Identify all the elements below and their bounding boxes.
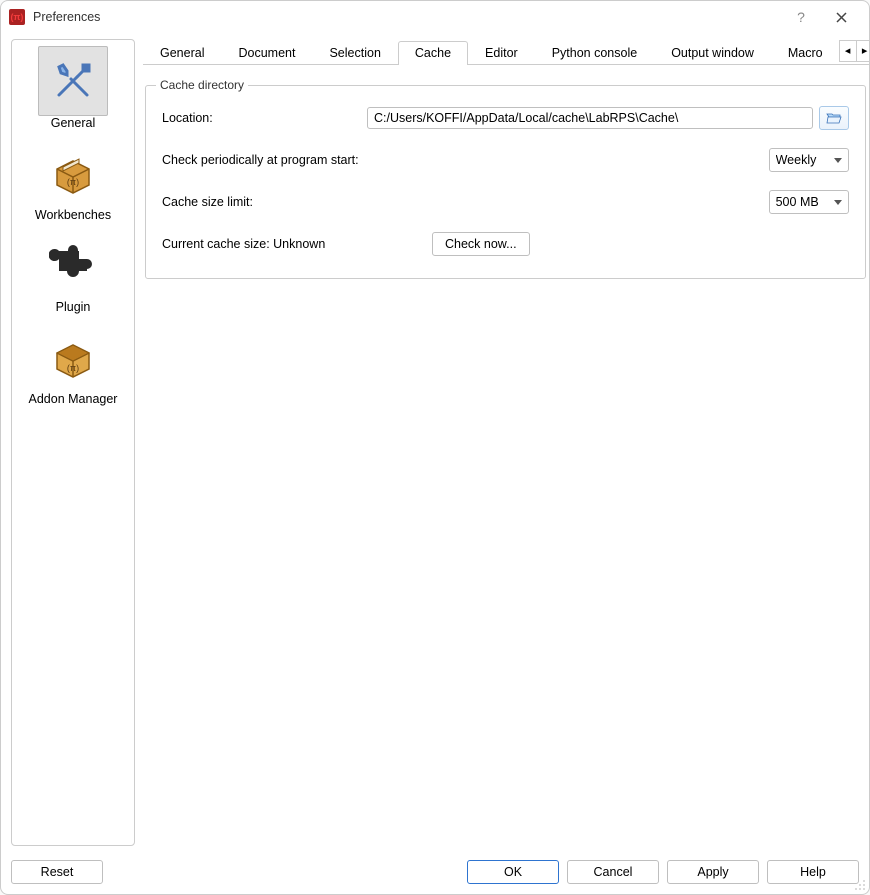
preferences-window: Preferences ? — [0, 0, 870, 895]
close-icon[interactable] — [821, 1, 861, 33]
size-limit-label: Cache size limit: — [162, 195, 769, 209]
row-check-periodically: Check periodically at program start: Wee… — [162, 148, 849, 172]
folder-open-icon — [826, 111, 842, 125]
check-now-button[interactable]: Check now... — [432, 232, 530, 256]
tab-selection[interactable]: Selection — [312, 41, 397, 65]
check-periodically-label: Check periodically at program start: — [162, 153, 769, 167]
reset-button[interactable]: Reset — [11, 860, 103, 884]
sidebar-item-label: Addon Manager — [29, 392, 118, 406]
group-legend: Cache directory — [156, 78, 248, 92]
plugin-icon — [38, 230, 108, 300]
sidebar-item-label: Plugin — [56, 300, 91, 314]
tab-document[interactable]: Document — [221, 41, 312, 65]
tab-scroll-left-icon[interactable]: ◂ — [839, 40, 857, 62]
app-icon — [9, 9, 25, 25]
help-button[interactable]: Help — [767, 860, 859, 884]
row-current-size: Current cache size: Unknown Check now... — [162, 232, 849, 256]
tab-scroll-right-icon[interactable]: ▸ — [856, 40, 869, 62]
sidebar-item-addon-manager[interactable]: (π) Addon Manager — [14, 320, 132, 412]
check-periodically-select[interactable]: Weekly — [769, 148, 849, 172]
resize-grip-icon[interactable] — [854, 879, 866, 891]
location-label: Location: — [162, 111, 367, 125]
tab-editor[interactable]: Editor — [468, 41, 535, 65]
workbenches-icon: (π) — [38, 138, 108, 208]
window-title: Preferences — [33, 10, 100, 24]
cancel-button[interactable]: Cancel — [567, 860, 659, 884]
row-location: Location: — [162, 106, 849, 130]
browse-folder-button[interactable] — [819, 106, 849, 130]
tab-scroll: ◂ ▸ — [840, 37, 869, 64]
dialog-footer: Reset OK Cancel Apply Help — [1, 852, 869, 894]
sidebar-item-general[interactable]: General — [14, 44, 132, 136]
tab-bar: General Document Selection Cache Editor … — [143, 37, 869, 65]
help-icon[interactable]: ? — [781, 1, 821, 33]
sidebar-item-plugin[interactable]: Plugin — [14, 228, 132, 320]
current-size-label: Current cache size: Unknown — [162, 237, 432, 251]
general-icon — [38, 46, 108, 116]
ok-button[interactable]: OK — [467, 860, 559, 884]
size-limit-select[interactable]: 500 MB — [769, 190, 849, 214]
apply-button[interactable]: Apply — [667, 860, 759, 884]
main-panel: General Document Selection Cache Editor … — [141, 37, 869, 852]
dialog-body: General (π) Workbenches — [1, 33, 869, 852]
tab-output-window[interactable]: Output window — [654, 41, 771, 65]
tab-general[interactable]: General — [143, 41, 221, 65]
sidebar-item-label: Workbenches — [35, 208, 111, 222]
svg-text:(π): (π) — [67, 363, 79, 373]
addon-manager-icon: (π) — [38, 322, 108, 392]
tab-macro[interactable]: Macro — [771, 41, 840, 65]
cache-directory-group: Cache directory Location: Check periodic… — [145, 85, 866, 279]
titlebar: Preferences ? — [1, 1, 869, 33]
sidebar-item-workbenches[interactable]: (π) Workbenches — [14, 136, 132, 228]
sidebar-item-label: General — [51, 116, 95, 130]
svg-text:(π): (π) — [67, 177, 79, 187]
category-sidebar: General (π) Workbenches — [11, 39, 135, 846]
tab-python-console[interactable]: Python console — [535, 41, 654, 65]
tab-cache[interactable]: Cache — [398, 41, 468, 65]
location-input[interactable] — [367, 107, 813, 129]
row-size-limit: Cache size limit: 500 MB — [162, 190, 849, 214]
